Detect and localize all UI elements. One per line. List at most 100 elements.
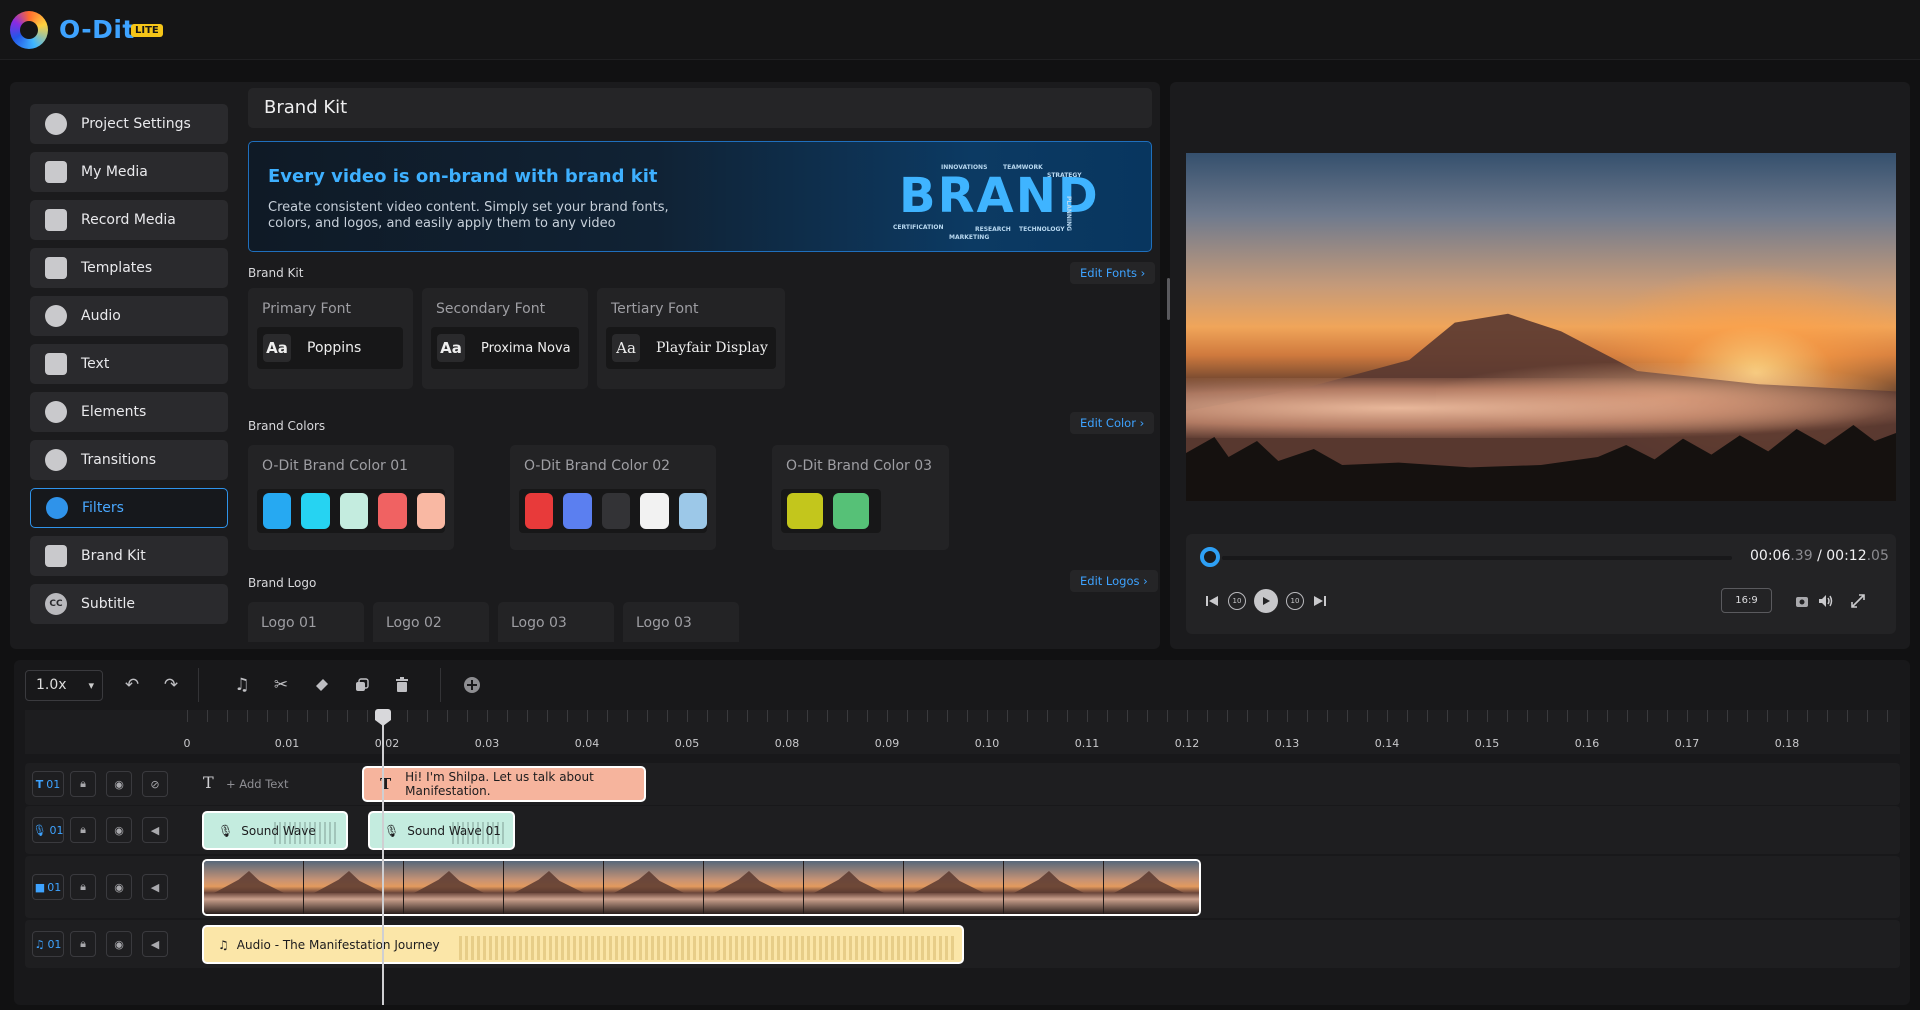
lock-icon[interactable]: 🔒︎ xyxy=(70,931,96,957)
video-clip[interactable] xyxy=(202,859,1201,916)
color-palette-card-02[interactable]: O-Dit Brand Color 02 xyxy=(510,445,716,550)
aspect-ratio-button[interactable]: 16:9 xyxy=(1721,588,1772,613)
video-thumbnail xyxy=(504,861,604,914)
trash-icon[interactable] xyxy=(390,673,414,697)
color-swatch[interactable] xyxy=(678,493,708,529)
ruler-tick xyxy=(1867,710,1868,722)
color-swatch[interactable] xyxy=(525,493,554,529)
add-text-button[interactable]: + Add Text xyxy=(226,777,288,791)
voice-track-badge[interactable]: 🎙︎ 01 xyxy=(32,817,64,843)
skip-to-start-icon[interactable] xyxy=(1202,589,1222,613)
sidebar-item-templates[interactable]: Templates xyxy=(30,248,228,288)
add-track-icon[interactable] xyxy=(460,673,484,697)
edit-logos-button[interactable]: Edit Logos › xyxy=(1070,570,1158,592)
edit-fonts-button[interactable]: Edit Fonts › xyxy=(1070,262,1156,284)
eye-icon[interactable]: ◉ xyxy=(106,874,132,900)
playhead[interactable] xyxy=(382,710,384,1005)
color-palette-card-03[interactable]: O-Dit Brand Color 03 xyxy=(772,445,949,550)
logo-card[interactable]: Logo 03 xyxy=(623,602,739,642)
brand-illustration-tag: CERTIFICATION xyxy=(893,224,944,231)
cc-icon: CC xyxy=(45,593,67,615)
color-palette-card-01[interactable]: O-Dit Brand Color 01 xyxy=(248,445,454,550)
volume-icon[interactable]: ◀︎ xyxy=(142,931,168,957)
ruler-tick-label: 0.12 xyxy=(1174,737,1200,750)
forward-10-icon[interactable]: 10 xyxy=(1286,592,1304,610)
video-track-lane[interactable] xyxy=(199,856,1900,918)
sidebar-item-project-settings[interactable]: Project Settings xyxy=(30,104,228,144)
sidebar-item-label: Brand Kit xyxy=(81,548,146,564)
seek-bar[interactable] xyxy=(1222,556,1732,560)
sound-wave-clip[interactable]: 🎙︎ Sound Wave xyxy=(202,811,348,850)
redo-icon[interactable]: ↷ xyxy=(159,673,183,697)
sidebar-item-my-media[interactable]: My Media xyxy=(30,152,228,192)
ruler-tick xyxy=(347,710,348,722)
sidebar-item-subtitle[interactable]: CC Subtitle xyxy=(30,584,228,624)
ruler-tick-label: 0.08 xyxy=(774,737,800,750)
ruler-tick xyxy=(1187,710,1188,722)
lock-icon[interactable]: 🔒︎ xyxy=(70,874,96,900)
voice-track-lane[interactable]: 🎙︎ Sound Wave 🎙︎ Sound Wave 01 xyxy=(199,806,1900,854)
color-swatch[interactable] xyxy=(416,493,446,529)
ruler-tick xyxy=(1407,710,1408,722)
font-card-tertiary[interactable]: Tertiary Font Aa Playfair Display xyxy=(597,288,785,389)
volume-icon[interactable]: ◀︎ xyxy=(142,874,168,900)
text-track-badge[interactable]: T 01 xyxy=(32,771,64,797)
volume-icon[interactable]: ◀︎ xyxy=(142,817,168,843)
current-time-frac: .39 xyxy=(1790,548,1813,564)
playback-speed-select[interactable]: 1.0x ▾ xyxy=(25,670,103,701)
audio-track-lane[interactable]: ♫ Audio - The Manifestation Journey xyxy=(199,920,1900,968)
sound-wave-clip[interactable]: 🎙︎ Sound Wave 01 xyxy=(368,811,515,850)
hide-text-icon[interactable]: ⊘ xyxy=(142,771,168,797)
sidebar-item-text[interactable]: Text xyxy=(30,344,228,384)
color-swatch[interactable] xyxy=(378,493,407,529)
video-track-badge[interactable]: ■ 01 xyxy=(32,874,64,900)
logo-card[interactable]: Logo 03 xyxy=(498,602,614,642)
audio-clip[interactable]: ♫ Audio - The Manifestation Journey xyxy=(202,925,964,964)
edit-color-button[interactable]: Edit Color › xyxy=(1070,412,1155,434)
rewind-10-icon[interactable]: 10 xyxy=(1228,592,1246,610)
color-swatch[interactable] xyxy=(787,493,823,529)
skip-to-end-icon[interactable] xyxy=(1310,589,1330,613)
fullscreen-icon[interactable] xyxy=(1848,589,1868,613)
sidebar-item-record-media[interactable]: Record Media xyxy=(30,200,228,240)
sidebar-item-transitions[interactable]: Transitions xyxy=(30,440,228,480)
play-icon[interactable] xyxy=(1254,589,1278,613)
eye-icon[interactable]: ◉ xyxy=(106,771,132,797)
audio-detach-icon[interactable]: ♫ xyxy=(230,673,254,697)
eye-icon[interactable]: ◉ xyxy=(106,817,132,843)
sidebar-item-filters[interactable]: Filters xyxy=(30,488,228,528)
audio-track-badge[interactable]: ♫ 01 xyxy=(32,931,64,957)
timeline-ruler[interactable]: 0 0.01 0.02 0.03 0.04 0.05 0.08 0.09 0.10 0.11 0.1… xyxy=(25,710,1900,754)
sidebar-item-brand-kit[interactable]: Brand Kit xyxy=(30,536,228,576)
logo-card[interactable]: Logo 01 xyxy=(248,602,364,642)
snapshot-icon[interactable] xyxy=(1792,589,1812,613)
color-swatch[interactable] xyxy=(263,493,292,529)
lock-icon[interactable]: 🔒︎ xyxy=(70,771,96,797)
lock-icon[interactable]: 🔒︎ xyxy=(70,817,96,843)
color-swatch[interactable] xyxy=(339,493,369,529)
sidebar-item-elements[interactable]: Elements xyxy=(30,392,228,432)
eraser-icon[interactable] xyxy=(310,673,334,697)
scissors-icon[interactable]: ✂ xyxy=(269,673,293,697)
text-track-lane[interactable]: T + Add Text T Hi! I'm Shilpa. Let us ta… xyxy=(199,763,1900,805)
font-card-primary[interactable]: Primary Font Aa Poppins xyxy=(248,288,413,389)
color-swatch[interactable] xyxy=(640,493,669,529)
color-swatch[interactable] xyxy=(601,493,631,529)
color-swatch[interactable] xyxy=(301,493,330,529)
ruler-tick xyxy=(1047,710,1048,722)
font-card-secondary[interactable]: Secondary Font Aa Proxima Nova xyxy=(422,288,588,389)
ruler-tick xyxy=(1787,710,1788,722)
color-swatch[interactable] xyxy=(833,493,869,529)
text-clip[interactable]: T Hi! I'm Shilpa. Let us talk about Mani… xyxy=(362,766,646,802)
logo-card[interactable]: Logo 02 xyxy=(373,602,489,642)
ruler-tick xyxy=(1007,710,1008,722)
undo-icon[interactable]: ↶ xyxy=(120,673,144,697)
eye-icon[interactable]: ◉ xyxy=(106,931,132,957)
ruler-tick xyxy=(1687,710,1688,722)
sidebar-item-audio[interactable]: Audio xyxy=(30,296,228,336)
seek-handle[interactable] xyxy=(1200,547,1220,567)
color-swatch[interactable] xyxy=(563,493,592,529)
duplicate-icon[interactable] xyxy=(350,673,374,697)
ruler-tick xyxy=(647,710,648,722)
volume-icon[interactable] xyxy=(1816,589,1836,613)
